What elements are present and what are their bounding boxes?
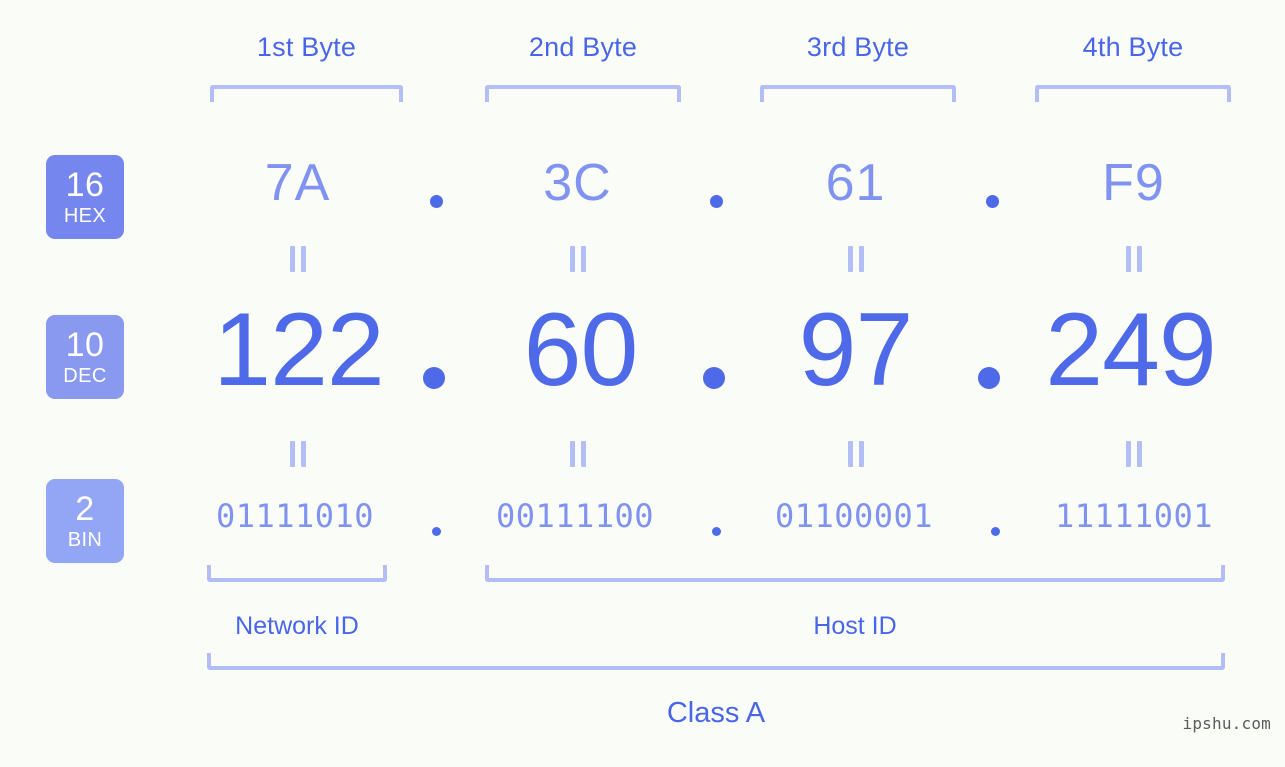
bin-separator-dot-1	[432, 527, 441, 536]
byte-bracket-top-3	[760, 85, 956, 102]
equality-icon-hex-dec-4	[1124, 246, 1144, 272]
base-badge-dec: 10 DEC	[46, 315, 124, 399]
base-badge-hex: 16 HEX	[46, 155, 124, 239]
bin-separator-dot-2	[712, 527, 721, 536]
equality-icon-hex-dec-2	[568, 246, 588, 272]
base-badge-bin-abbr: BIN	[67, 529, 103, 551]
equality-icon-dec-bin-3	[846, 441, 866, 467]
dec-separator-dot-3	[978, 367, 1000, 389]
hex-value-4: F9	[1102, 154, 1165, 212]
dec-separator-dot-1	[423, 367, 445, 389]
equality-icon-hex-dec-3	[846, 246, 866, 272]
hex-separator-dot-2	[710, 195, 723, 208]
base-badge-hex-number: 16	[65, 166, 105, 204]
dec-value-2: 60	[523, 292, 639, 408]
watermark: ipshu.com	[1182, 714, 1271, 733]
class-bracket	[207, 653, 1225, 670]
bin-value-3: 01100001	[774, 497, 934, 535]
hex-value-3: 61	[825, 154, 886, 212]
base-badge-dec-abbr: DEC	[63, 365, 107, 387]
base-badge-hex-abbr: HEX	[63, 205, 107, 227]
hex-value-2: 3C	[543, 154, 612, 212]
byte-bracket-top-4	[1035, 85, 1231, 102]
byte-header-4: 4th Byte	[1082, 32, 1184, 62]
dec-value-1: 122	[213, 292, 385, 408]
network-id-label: Network ID	[235, 612, 359, 640]
dec-value-4: 249	[1045, 292, 1217, 408]
byte-bracket-top-1	[210, 85, 403, 102]
equality-icon-hex-dec-1	[288, 246, 308, 272]
bin-value-4: 11111001	[1054, 497, 1214, 535]
byte-header-1: 1st Byte	[256, 32, 357, 62]
base-badge-bin-number: 2	[75, 490, 95, 528]
hex-separator-dot-1	[430, 195, 443, 208]
dec-value-3: 97	[798, 292, 914, 408]
class-label: Class A	[666, 697, 766, 729]
network-id-bracket	[207, 565, 387, 582]
byte-header-3: 3rd Byte	[806, 32, 910, 62]
bin-value-1: 01111010	[215, 497, 375, 535]
host-id-label: Host ID	[813, 612, 897, 640]
bin-separator-dot-3	[991, 527, 1000, 536]
byte-bracket-top-2	[485, 85, 681, 102]
hex-value-1: 7A	[264, 154, 331, 212]
dec-separator-dot-2	[703, 367, 725, 389]
byte-header-2: 2nd Byte	[528, 32, 638, 62]
equality-icon-dec-bin-2	[568, 441, 588, 467]
host-id-bracket	[485, 565, 1225, 582]
equality-icon-dec-bin-1	[288, 441, 308, 467]
hex-separator-dot-3	[986, 195, 999, 208]
equality-icon-dec-bin-4	[1124, 441, 1144, 467]
bin-value-2: 00111100	[495, 497, 655, 535]
base-badge-bin: 2 BIN	[46, 479, 124, 563]
base-badge-dec-number: 10	[65, 326, 105, 364]
ip-breakdown-diagram: 1st Byte 2nd Byte 3rd Byte 4th Byte 16 H…	[0, 0, 1285, 767]
